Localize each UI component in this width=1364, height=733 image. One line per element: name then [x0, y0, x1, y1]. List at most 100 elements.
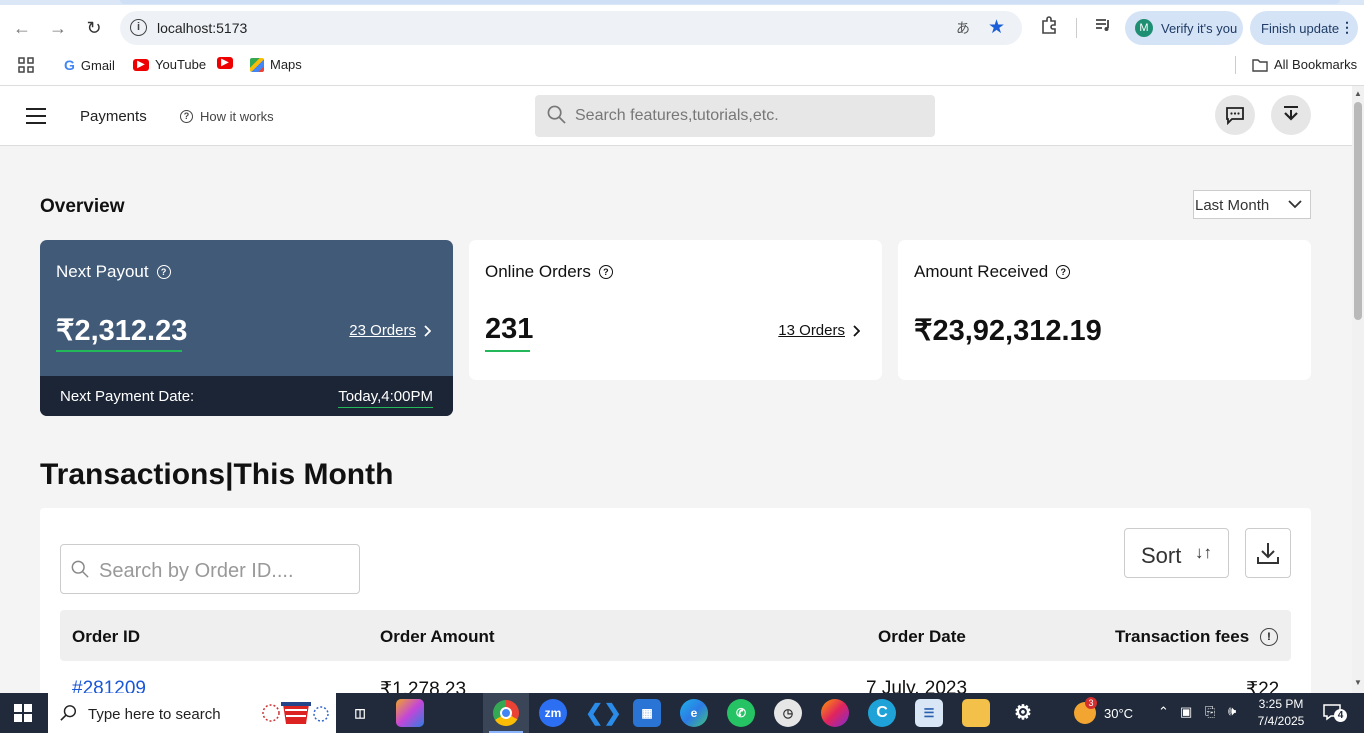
- scroll-down-icon[interactable]: ▼: [1354, 678, 1362, 687]
- all-bookmarks[interactable]: All Bookmarks: [1252, 57, 1357, 72]
- period-value: Last Month: [1195, 197, 1270, 214]
- canva-icon[interactable]: C: [868, 699, 896, 727]
- value-underline: [56, 350, 182, 352]
- card-title: Next Payout ?: [56, 262, 171, 282]
- windows-start-icon[interactable]: [14, 704, 32, 722]
- scrollbar-thumb[interactable]: [1354, 102, 1362, 320]
- help-icon[interactable]: ?: [1056, 265, 1071, 279]
- column-header-order-amount[interactable]: Order Amount: [380, 627, 495, 647]
- how-it-works-link[interactable]: ? How it works: [180, 109, 274, 124]
- translate-icon[interactable]: あ: [956, 18, 970, 38]
- hamburger-menu-icon[interactable]: [26, 108, 46, 124]
- finish-update-button[interactable]: Finish update ⋮: [1250, 11, 1358, 45]
- bookmark-youtube[interactable]: ▶ YouTube: [133, 57, 206, 72]
- windows-taskbar: Type here to search ◫ zm ❮❯ ▦ e ✆ ◷ C ☰ …: [0, 693, 1364, 733]
- notepad-icon[interactable]: ☰: [915, 699, 943, 727]
- scroll-up-icon[interactable]: ▲: [1354, 89, 1362, 98]
- search-placeholder: Search features,tutorials,etc.: [575, 107, 779, 124]
- active-tab[interactable]: [120, 0, 1340, 4]
- download-button[interactable]: [1245, 528, 1291, 578]
- verify-label: Verify it's you: [1161, 21, 1238, 36]
- site-info-icon[interactable]: i: [130, 19, 147, 36]
- browser-chrome: ← → ↻ i localhost:5173 あ ★ M Verify it's…: [0, 0, 1364, 86]
- feature-search-input[interactable]: Search features,tutorials,etc.: [535, 95, 935, 137]
- table-header: Order ID Order Amount Order Date Transac…: [60, 610, 1291, 661]
- gmail-icon: G: [64, 57, 75, 73]
- order-search-input[interactable]: Search by Order ID....: [60, 544, 360, 594]
- chevron-right-icon: [853, 324, 860, 337]
- forward-icon[interactable]: →: [46, 16, 70, 40]
- notification-center-icon[interactable]: 4: [1323, 702, 1347, 722]
- chrome-icon: [493, 700, 519, 726]
- next-payment-label: Next Payment Date:: [60, 388, 195, 405]
- bookmark-maps[interactable]: Maps: [250, 57, 302, 72]
- payout-orders-link[interactable]: 23 Orders: [349, 322, 431, 339]
- amount-received-value: ₹23,92,312.19: [914, 315, 1102, 347]
- firefox-icon[interactable]: [821, 699, 849, 727]
- security-icon[interactable]: ▣: [1180, 704, 1192, 720]
- extensions-icon[interactable]: [1040, 16, 1058, 39]
- youtube-icon: ▶: [133, 58, 149, 71]
- column-header-order-id[interactable]: Order ID: [72, 627, 140, 647]
- order-search-placeholder: Search by Order ID....: [99, 560, 294, 582]
- back-icon[interactable]: ←: [10, 16, 34, 40]
- settings-gear-icon[interactable]: ⚙: [1009, 699, 1037, 727]
- address-bar[interactable]: i localhost:5173 あ ★: [120, 11, 1022, 45]
- card-title-text: Online Orders: [485, 262, 591, 281]
- bookmark-star-icon[interactable]: ★: [988, 16, 1005, 39]
- apps-grid-icon[interactable]: [18, 57, 34, 73]
- reload-icon[interactable]: ↻: [82, 16, 106, 40]
- search-highlight-icon: [262, 702, 329, 724]
- taskbar-clock[interactable]: 3:25 PM 7/4/2025: [1257, 696, 1305, 730]
- more-menu-icon[interactable]: ⋮: [1340, 19, 1354, 36]
- period-dropdown[interactable]: Last Month: [1193, 190, 1311, 219]
- file-explorer-icon[interactable]: [962, 699, 990, 727]
- bookmarks-bar: G Gmail ▶ YouTube ▶ Maps All Bookmarks: [0, 52, 1364, 78]
- clock-date: 7/4/2025: [1257, 714, 1305, 728]
- payout-amount: ₹2,312.23: [56, 315, 188, 347]
- sort-label: Sort: [1141, 543, 1182, 568]
- online-orders-link[interactable]: 13 Orders: [778, 322, 860, 339]
- card-title-text: Next Payout: [56, 262, 149, 281]
- task-view-icon[interactable]: ◫: [346, 699, 374, 727]
- edge-icon[interactable]: e: [680, 699, 708, 727]
- whatsapp-icon[interactable]: ✆: [727, 699, 755, 727]
- chrome-task-active[interactable]: [483, 693, 529, 733]
- app-viewport: Payments ? How it works Search features,…: [0, 86, 1352, 693]
- collapse-icon: [1284, 106, 1298, 121]
- chat-button[interactable]: [1215, 95, 1255, 135]
- next-payment-footer: Next Payment Date: Today,4:00PM: [40, 376, 453, 416]
- store-icon[interactable]: ▦: [633, 699, 661, 727]
- url-text[interactable]: localhost:5173: [157, 20, 247, 36]
- info-icon[interactable]: !: [1260, 628, 1278, 646]
- copilot-icon[interactable]: [396, 699, 424, 727]
- bookmark-youtube-2[interactable]: ▶: [217, 57, 233, 69]
- network-icon[interactable]: ⎘: [1205, 704, 1215, 720]
- amount-received-card: Amount Received ? ₹23,92,312.19: [898, 240, 1311, 380]
- maps-icon: [250, 57, 264, 72]
- taskbar-search-input[interactable]: Type here to search: [48, 693, 336, 733]
- collapse-button[interactable]: [1271, 95, 1311, 135]
- clock-app-icon[interactable]: ◷: [774, 699, 802, 727]
- next-payment-date: Today,4:00PM: [338, 388, 433, 408]
- bookmark-label: Maps: [270, 57, 302, 72]
- bookmark-gmail[interactable]: G Gmail: [64, 57, 115, 73]
- column-header-order-date[interactable]: Order Date: [878, 627, 966, 647]
- card-title: Amount Received ?: [914, 262, 1071, 282]
- order-id-link[interactable]: #281209: [72, 678, 146, 693]
- weather-temperature[interactable]: 30°C: [1104, 706, 1133, 721]
- help-icon[interactable]: ?: [598, 265, 613, 279]
- search-icon: [71, 560, 89, 578]
- volume-icon[interactable]: 🕪: [1228, 703, 1236, 719]
- chat-icon: [1226, 107, 1244, 125]
- media-control-icon[interactable]: [1094, 16, 1112, 39]
- column-header-transaction-fees[interactable]: Transaction fees: [1115, 627, 1249, 647]
- chevron-up-icon[interactable]: ⌃: [1158, 704, 1169, 720]
- sort-button[interactable]: Sort ↓↑: [1124, 528, 1229, 578]
- help-icon[interactable]: ?: [156, 265, 171, 279]
- verify-profile-button[interactable]: M Verify it's you: [1125, 11, 1243, 45]
- table-row[interactable]: #281209 ₹1,278.23 7 July, 2023 ₹22: [60, 674, 1291, 693]
- page-scrollbar[interactable]: ▲ ▼: [1352, 86, 1364, 693]
- zoom-icon[interactable]: zm: [539, 699, 567, 727]
- vscode-icon[interactable]: ❮❯: [585, 699, 622, 727]
